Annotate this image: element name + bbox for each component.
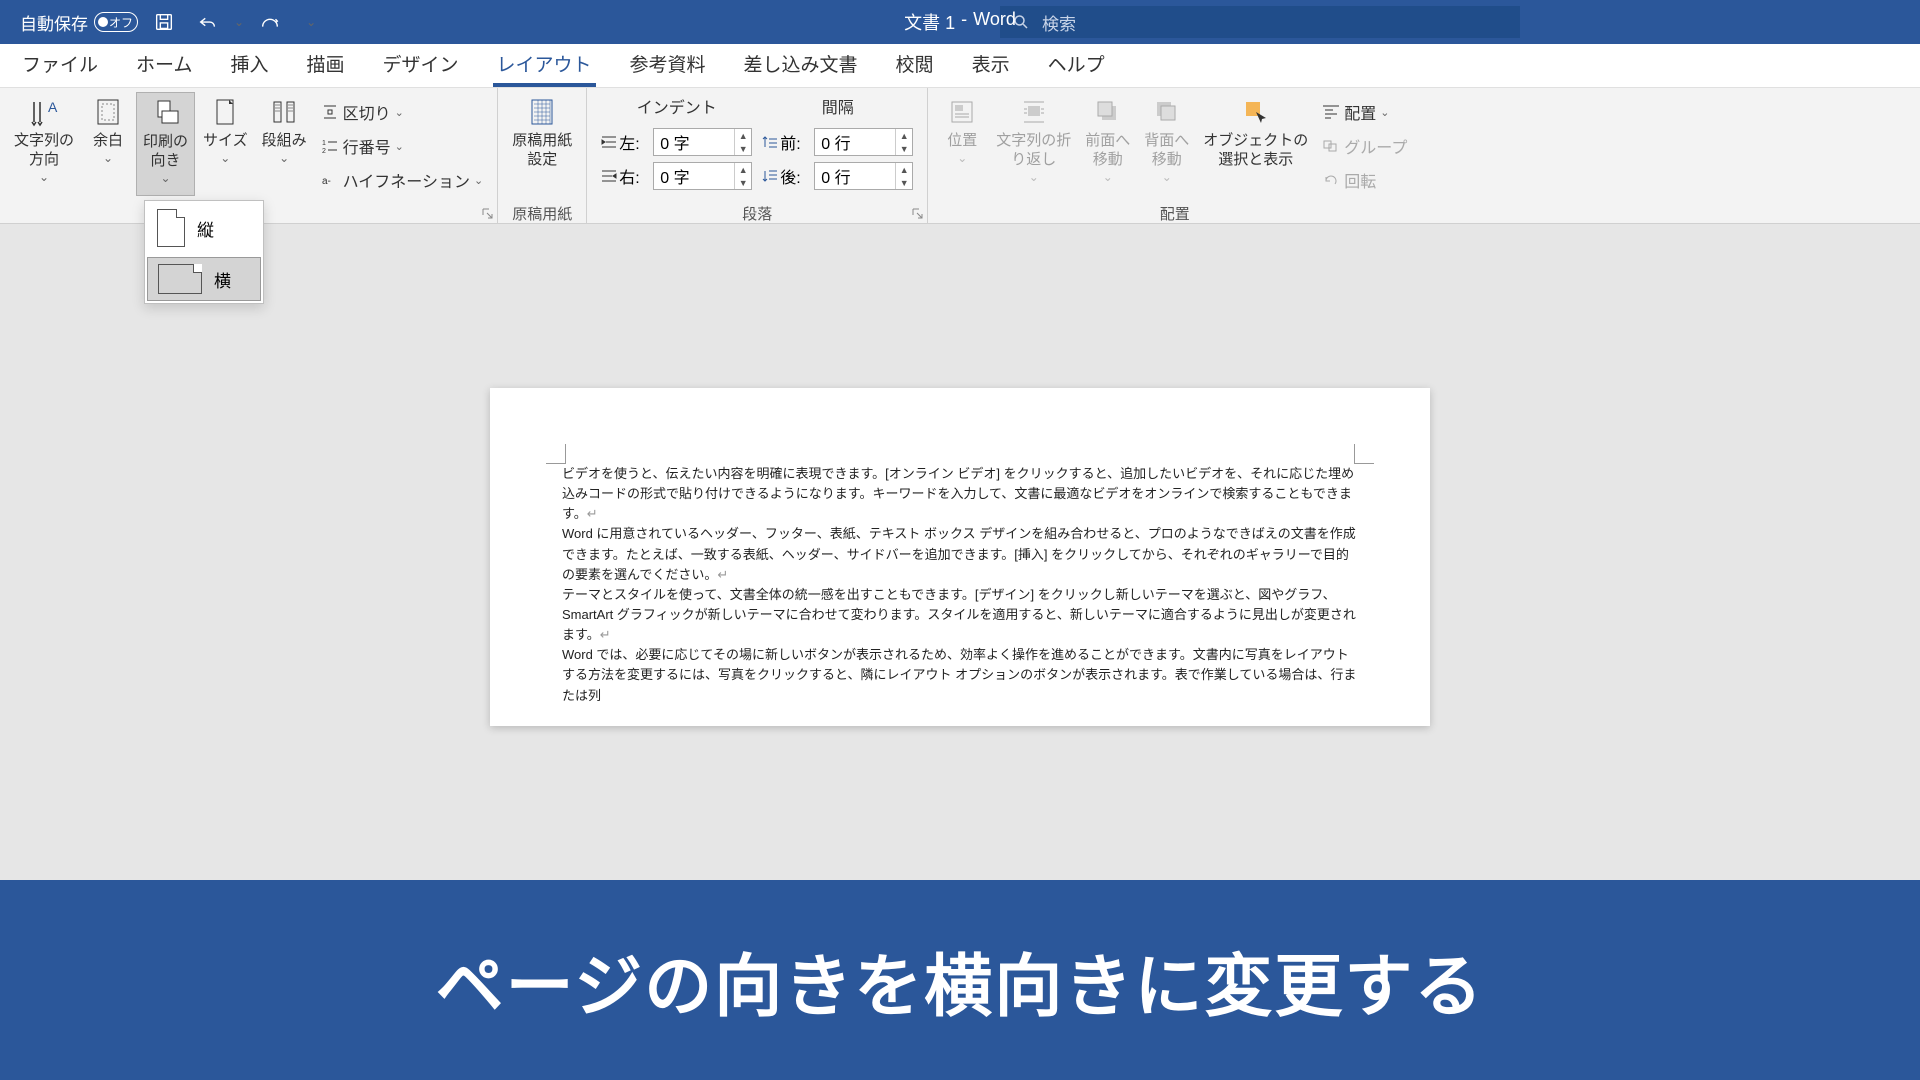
wrap-icon (1018, 96, 1050, 128)
group-objects-button[interactable]: グループ (1316, 130, 1413, 162)
crop-mark (1354, 444, 1374, 464)
text-direction-icon: A (28, 96, 60, 128)
tab-design[interactable]: デザイン (378, 40, 462, 87)
body-text[interactable]: テーマとスタイルを使って、文書全体の統一感を出すこともできます。[デザイン] を… (562, 585, 1358, 645)
tab-draw[interactable]: 描画 (302, 40, 348, 87)
wrap-text-button[interactable]: 文字列の折 り返し ⌄ (990, 92, 1077, 196)
hyphenation-icon: a- (321, 171, 339, 189)
align-button[interactable]: 配置⌄ (1316, 96, 1413, 128)
manuscript-settings-button[interactable]: 原稿用紙 設定 (506, 92, 578, 196)
spacing-before-input[interactable] (815, 131, 895, 153)
svg-text:A: A (48, 99, 58, 115)
columns-icon (268, 96, 300, 128)
manuscript-icon (526, 96, 558, 128)
send-backward-icon (1151, 96, 1183, 128)
send-backward-button[interactable]: 背面へ 移動 ⌄ (1138, 92, 1195, 196)
breaks-button[interactable]: 区切り⌄ (315, 96, 490, 128)
align-icon (1322, 105, 1340, 119)
size-button[interactable]: サイズ ⌄ (197, 92, 254, 196)
group-arrange: 位置 ⌄ 文字列の折 り返し ⌄ 前面へ 移動 ⌄ 背面へ 移動 ⌄ オブジェク… (928, 88, 1421, 223)
tab-review[interactable]: 校閲 (892, 40, 938, 87)
orientation-landscape[interactable]: 横 (147, 257, 261, 301)
orientation-dropdown: 縦 横 (144, 200, 264, 304)
svg-text:2: 2 (322, 148, 326, 155)
tab-help[interactable]: ヘルプ (1044, 40, 1109, 87)
orientation-icon (150, 97, 182, 129)
tab-home[interactable]: ホーム (132, 40, 196, 87)
selection-pane-icon (1240, 96, 1272, 128)
body-text[interactable]: Word では、必要に応じてその場に新しいボタンが表示されるため、効率よく操作を… (562, 645, 1358, 705)
ribbon: A 文字列の 方向 ⌄ 余白 ⌄ 印刷の 向き ⌄ サイズ ⌄ 段組み (0, 88, 1920, 224)
orientation-portrait[interactable]: 縦 (145, 201, 263, 255)
page-setup-launcher[interactable] (481, 207, 495, 221)
selection-pane-button[interactable]: オブジェクトの 選択と表示 (1197, 92, 1314, 196)
qat-customize[interactable]: ⌄ (306, 15, 316, 29)
bring-forward-button[interactable]: 前面へ 移動 ⌄ (1079, 92, 1136, 196)
tab-references[interactable]: 参考資料 (626, 40, 710, 87)
search-placeholder: 検索 (1042, 10, 1076, 35)
tab-insert[interactable]: 挿入 (226, 40, 272, 87)
spacing-before-label: 前: (762, 130, 810, 154)
group-manuscript: 原稿用紙 設定 原稿用紙 (498, 88, 587, 223)
svg-text:1: 1 (322, 140, 326, 147)
search-box[interactable]: 検索 (1000, 6, 1520, 38)
body-text[interactable]: ビデオを使うと、伝えたい内容を明確に表現できます。[オンライン ビデオ] をクリ… (562, 464, 1358, 524)
margins-button[interactable]: 余白 ⌄ (82, 92, 134, 196)
indent-right-input[interactable] (654, 165, 734, 187)
group-icon (1322, 139, 1340, 153)
spacing-after-spinner[interactable]: ▲▼ (814, 162, 913, 190)
ribbon-tabs: ファイル ホーム 挿入 描画 デザイン レイアウト 参考資料 差し込み文書 校閲… (0, 44, 1920, 88)
page: ビデオを使うと、伝えたい内容を明確に表現できます。[オンライン ビデオ] をクリ… (490, 388, 1430, 726)
undo-button[interactable] (194, 8, 222, 36)
breaks-icon (321, 103, 339, 121)
autosave-label: 自動保存 (20, 10, 88, 35)
spacing-after-input[interactable] (815, 165, 895, 187)
body-text[interactable]: Word に用意されているヘッダー、フッター、表紙、テキスト ボックス デザイン… (562, 524, 1358, 584)
rotate-button[interactable]: 回転 (1316, 164, 1413, 196)
crop-mark (546, 444, 566, 464)
paragraph-launcher[interactable] (911, 207, 925, 221)
instruction-banner: ページの向きを横向きに変更する (0, 880, 1920, 1080)
down-arrow[interactable]: ▼ (735, 142, 751, 155)
spacing-before-spinner[interactable]: ▲▼ (814, 128, 913, 156)
position-icon (946, 96, 978, 128)
tab-view[interactable]: 表示 (968, 40, 1014, 87)
indent-header: インデント (601, 94, 752, 118)
autosave-toggle[interactable]: 自動保存 オフ (20, 10, 138, 35)
save-icon[interactable] (150, 8, 178, 36)
redo-button[interactable] (256, 8, 284, 36)
margins-icon (92, 96, 124, 128)
window-title: 文書 1 - Word (904, 9, 1016, 35)
indent-left-spinner[interactable]: ▲▼ (653, 128, 752, 156)
line-numbers-button[interactable]: 12 行番号⌄ (315, 130, 490, 162)
size-icon (209, 96, 241, 128)
portrait-icon (157, 209, 185, 247)
banner-text: ページの向きを横向きに変更する (436, 931, 1485, 1030)
rotate-icon (1322, 173, 1340, 187)
text-direction-button[interactable]: A 文字列の 方向 ⌄ (8, 92, 80, 196)
tab-mailings[interactable]: 差し込み文書 (740, 40, 862, 87)
undo-dropdown[interactable]: ⌄ (234, 15, 244, 29)
landscape-icon (158, 264, 202, 294)
orientation-button[interactable]: 印刷の 向き ⌄ (136, 92, 195, 196)
line-numbers-icon: 12 (321, 137, 339, 155)
columns-button[interactable]: 段組み ⌄ (256, 92, 313, 196)
spacing-after-label: 後: (762, 164, 810, 188)
indent-left-input[interactable] (654, 131, 734, 153)
indent-left-label: 左: (601, 130, 649, 154)
svg-text:a-: a- (322, 176, 331, 187)
tab-layout[interactable]: レイアウト (493, 40, 596, 87)
group-paragraph: インデント 左: ▲▼ 右: ▲▼ 間隔 前: ▲▼ (587, 88, 928, 223)
up-arrow[interactable]: ▲ (735, 129, 751, 142)
indent-right-label: 右: (601, 164, 649, 188)
hyphenation-button[interactable]: a- ハイフネーション⌄ (315, 164, 490, 196)
tab-file[interactable]: ファイル (18, 40, 102, 87)
bring-forward-icon (1092, 96, 1124, 128)
spacing-header: 間隔 (762, 94, 913, 118)
titlebar: 自動保存 オフ ⌄ ⌄ 文書 1 - Word 検索 (0, 0, 1920, 44)
indent-right-spinner[interactable]: ▲▼ (653, 162, 752, 190)
position-button[interactable]: 位置 ⌄ (936, 92, 988, 196)
